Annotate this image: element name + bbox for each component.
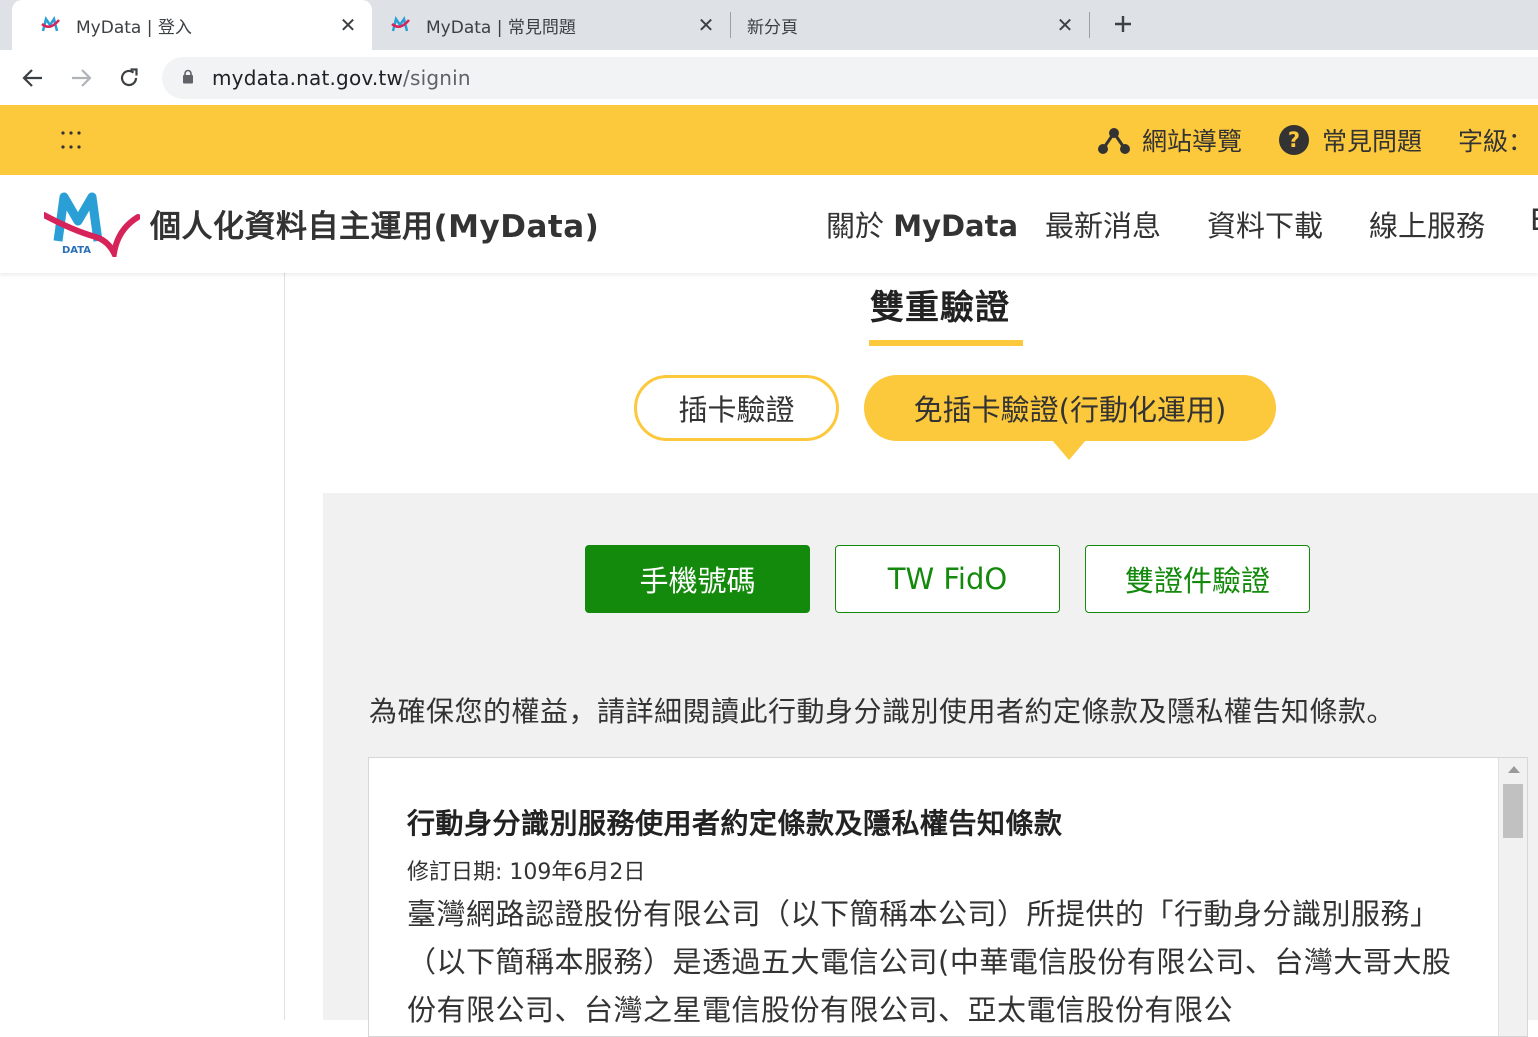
section-title-underline: [869, 340, 1023, 346]
sitemap-link[interactable]: 網站導覽: [1098, 105, 1242, 175]
card-auth-tab[interactable]: 插卡驗證: [634, 375, 839, 441]
terms-scrollbar[interactable]: [1498, 758, 1527, 1036]
tab-title: MyData | 常見問題: [426, 17, 576, 38]
lock-icon: [182, 69, 194, 88]
tab-title: MyData | 登入: [76, 17, 192, 38]
font-size-label: 字級：: [1458, 127, 1534, 156]
question-circle-icon: ?: [1278, 124, 1310, 156]
nav-latest-news[interactable]: 最新消息: [1045, 203, 1161, 245]
nav-data-download[interactable]: 資料下載: [1207, 203, 1323, 245]
terms-title: 行動身分識別服務使用者約定條款及隱私權告知條款: [407, 807, 1063, 840]
method-dual-id-button[interactable]: 雙證件驗證: [1085, 545, 1310, 613]
browser-tab-bar: MyData | 登入 ✕ MyData | 常見問題 ✕ 新分頁 ✕: [0, 0, 1538, 50]
sidebar-divider: [284, 273, 285, 1020]
faq-label: 常見問題: [1322, 127, 1423, 156]
browser-address-bar: mydata.nat.gov.tw/signin: [0, 50, 1538, 105]
mydata-logo[interactable]: DATA: [41, 191, 141, 263]
close-tab-icon[interactable]: ✕: [1053, 13, 1077, 37]
mydata-favicon-icon: [40, 15, 60, 35]
url-host: mydata.nat.gov.tw: [212, 66, 404, 90]
scrollbar-thumb[interactable]: [1503, 784, 1523, 838]
tab-title: 新分頁: [747, 17, 798, 38]
site-utility-bar: 網站導覽 ? 常見問題 字級：: [0, 105, 1538, 175]
back-arrow-icon[interactable]: [19, 64, 47, 92]
new-tab-plus-icon[interactable]: [1108, 9, 1138, 39]
forward-arrow-icon[interactable]: [67, 64, 95, 92]
site-header: DATA 個人化資料自主運用(MyData) 關於 MyData 最新消息 資料…: [0, 175, 1538, 273]
nav-about-bold: MyData: [893, 209, 1019, 243]
terms-revision-date: 修訂日期: 109年6月2日: [407, 860, 646, 885]
method-tw-fido-button[interactable]: TW FidO: [835, 545, 1060, 613]
scroll-up-arrow-icon[interactable]: [1508, 766, 1520, 773]
sitemap-label: 網站導覽: [1142, 127, 1243, 156]
close-tab-icon[interactable]: ✕: [336, 13, 360, 37]
site-name: 個人化資料自主運用(MyData): [150, 209, 600, 245]
font-size-control[interactable]: 字級：: [1458, 105, 1533, 175]
selected-tab-pointer: [1052, 440, 1086, 460]
svg-text:?: ?: [1288, 128, 1300, 152]
url-input[interactable]: mydata.nat.gov.tw/signin: [162, 57, 1538, 99]
reload-icon[interactable]: [115, 64, 143, 92]
tab-mydata-signin[interactable]: MyData | 登入 ✕: [12, 0, 372, 50]
faq-link[interactable]: ? 常見問題: [1278, 105, 1422, 175]
nav-truncated-item[interactable]: E: [1530, 203, 1538, 237]
section-title: 雙重驗證: [870, 288, 1010, 328]
nav-online-services[interactable]: 線上服務: [1369, 203, 1485, 245]
method-mobile-number-button[interactable]: 手機號碼: [585, 545, 810, 613]
terms-notice-text: 為確保您的權益，請詳細閱讀此行動身分識別使用者約定條款及隱私權告知條款。: [369, 695, 1396, 728]
tab-divider: [1089, 12, 1090, 38]
url-text: mydata.nat.gov.tw/signin: [212, 66, 471, 90]
nav-about-mydata[interactable]: 關於 MyData: [826, 203, 1018, 245]
logo-text: DATA: [62, 245, 91, 256]
sitemap-icon: [1098, 125, 1130, 155]
cardless-auth-tab[interactable]: 免插卡驗證(行動化運用): [864, 375, 1276, 441]
tab-mydata-faq[interactable]: MyData | 常見問題 ✕: [372, 0, 730, 50]
close-tab-icon[interactable]: ✕: [694, 13, 718, 37]
mydata-favicon-icon: [390, 15, 410, 35]
terms-body-text: 臺灣網路認證股份有限公司（以下簡稱本公司）所提供的「行動身分識別服務」（以下簡稱…: [407, 897, 1452, 1027]
nav-about-prefix: 關於: [826, 209, 894, 243]
tab-new-tab[interactable]: 新分頁 ✕: [731, 0, 1089, 50]
terms-scroll-box[interactable]: 行動身分識別服務使用者約定條款及隱私權告知條款 修訂日期: 109年6月2日 臺…: [368, 757, 1528, 1037]
url-path: /signin: [403, 66, 471, 90]
accesskey-menu-icon[interactable]: [60, 125, 82, 155]
